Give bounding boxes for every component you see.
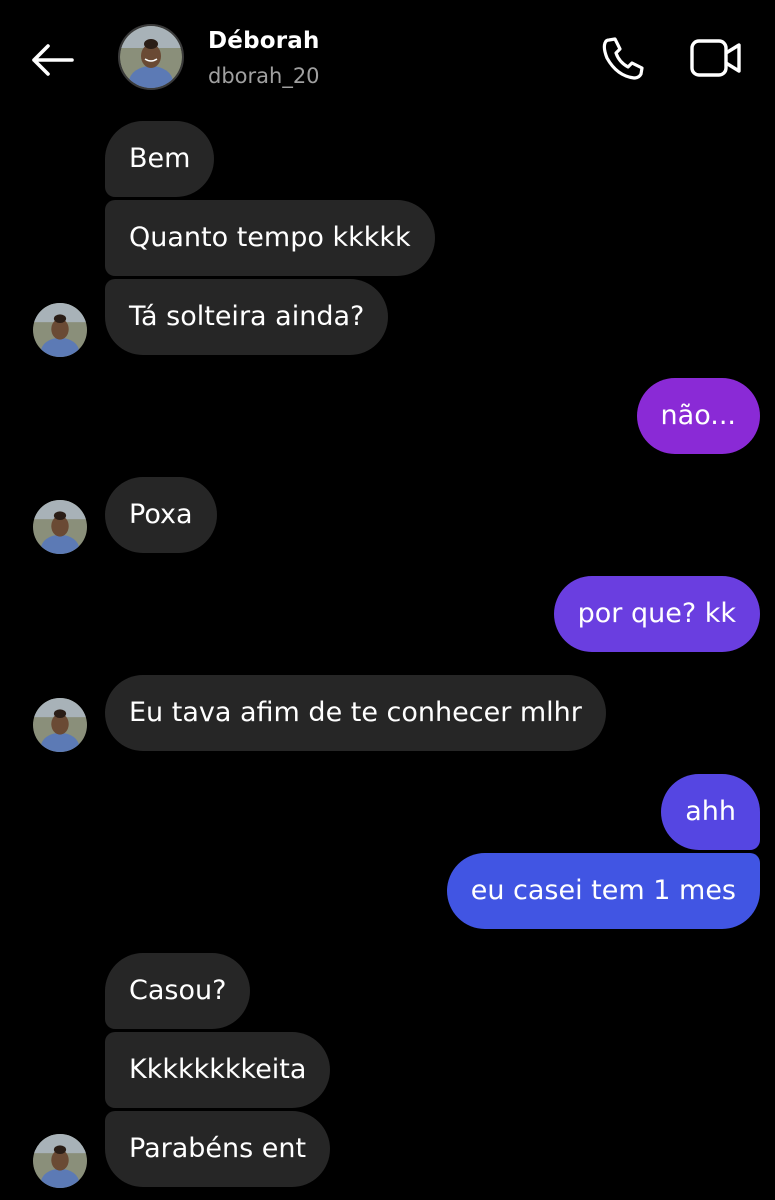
message-outgoing[interactable]: por que? kk	[553, 576, 760, 652]
message-incoming[interactable]: Bem	[105, 121, 215, 197]
message-outgoing[interactable]: ahh	[661, 774, 760, 850]
contact-avatar-small[interactable]	[33, 1134, 87, 1188]
message-outgoing[interactable]: não...	[636, 378, 760, 454]
contact-name[interactable]: Déborah	[208, 28, 320, 54]
message-incoming[interactable]: Parabéns ent	[105, 1111, 331, 1187]
video-call-button[interactable]	[688, 36, 744, 80]
contact-username[interactable]: dborah_20	[208, 64, 320, 88]
message-incoming[interactable]: Eu tava afim de te conhecer mlhr	[105, 675, 606, 751]
contact-avatar-small[interactable]	[33, 500, 87, 554]
voice-call-button[interactable]	[597, 34, 649, 82]
message-incoming[interactable]: Kkkkkkkkeita	[105, 1032, 331, 1108]
contact-avatar-small[interactable]	[33, 303, 87, 357]
phone-call-icon	[602, 37, 644, 80]
chat-header: Déborah dborah_20	[0, 0, 775, 115]
contact-avatar[interactable]	[118, 24, 184, 90]
message-outgoing[interactable]: eu casei tem 1 mes	[446, 853, 760, 929]
message-incoming[interactable]: Quanto tempo kkkkk	[105, 200, 435, 276]
back-button[interactable]	[28, 38, 78, 82]
message-incoming[interactable]: Poxa	[105, 477, 217, 553]
message-incoming[interactable]: Tá solteira ainda?	[105, 279, 389, 355]
video-call-icon	[690, 39, 741, 77]
contact-avatar-small[interactable]	[33, 698, 87, 752]
back-arrow-icon	[32, 44, 74, 76]
message-incoming[interactable]: Casou?	[105, 953, 251, 1029]
